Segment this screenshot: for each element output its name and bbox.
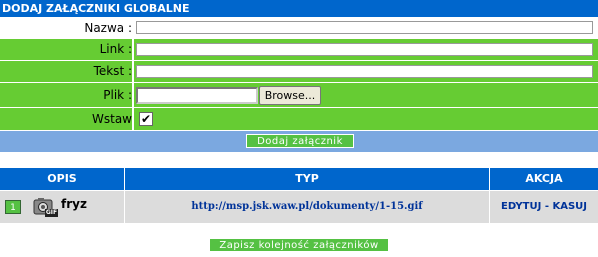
- table-row-akcja-cell: EDYTUJ - KASUJ: [490, 191, 598, 223]
- attachment-url-link[interactable]: http://msp.jsk.waw.pl/dokumenty/1-15.gif: [125, 191, 489, 223]
- column-header-akcja: AKCJA: [490, 168, 598, 190]
- column-header-opis: OPIS: [0, 168, 124, 190]
- nazwa-row: Nazwa :: [0, 18, 598, 38]
- edit-link[interactable]: EDYTUJ: [501, 201, 541, 212]
- add-attachment-button[interactable]: Dodaj załącznik: [246, 134, 354, 148]
- tekst-label: Tekst :: [93, 64, 132, 78]
- link-row: Link :: [0, 39, 598, 60]
- table-row-opis-cell: 1 GIF fryz: [0, 191, 124, 223]
- browse-button[interactable]: Browse...: [259, 86, 321, 105]
- action-separator: -: [544, 201, 549, 212]
- file-path-input[interactable]: [136, 87, 258, 104]
- delete-link[interactable]: KASUJ: [552, 201, 587, 212]
- link-input[interactable]: [136, 43, 593, 56]
- link-label: Link :: [99, 42, 132, 56]
- auto-insert-checkbox[interactable]: ✔: [139, 112, 153, 126]
- plik-row: Plik : Browse...: [0, 83, 598, 107]
- section-title: DODAJ ZAŁĄCZNIKI GLOBALNE: [0, 0, 598, 17]
- save-order-button[interactable]: Zapisz kolejność załączników: [209, 238, 389, 252]
- label-column-divider: [132, 18, 134, 131]
- order-button[interactable]: 1: [5, 200, 21, 214]
- nazwa-input[interactable]: [136, 21, 593, 34]
- auto-insert-row: Wstaw automatycznie : ✔: [0, 108, 598, 148]
- attachment-name: fryz: [61, 197, 87, 211]
- plik-label: Plik :: [103, 88, 132, 102]
- column-header-typ: TYP: [125, 168, 489, 190]
- gif-file-icon-label: GIF: [45, 209, 58, 216]
- tekst-input[interactable]: [136, 65, 593, 78]
- nazwa-label: Nazwa :: [84, 21, 132, 35]
- gif-file-icon: GIF: [33, 196, 59, 218]
- table-row-typ-cell: http://msp.jsk.waw.pl/dokumenty/1-15.gif: [125, 191, 489, 223]
- action-links: EDYTUJ - KASUJ: [490, 191, 598, 223]
- add-button-bar: Dodaj załącznik: [0, 131, 598, 152]
- tekst-row: Tekst :: [0, 61, 598, 82]
